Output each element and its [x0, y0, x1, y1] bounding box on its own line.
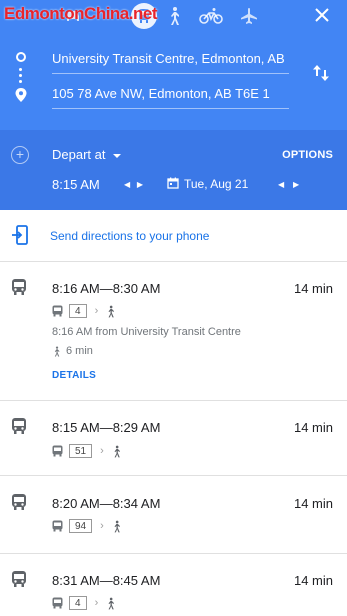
bus-icon: [12, 418, 26, 434]
route-line-icon: [15, 52, 27, 104]
bus-icon: [52, 445, 63, 457]
walk-icon: [171, 7, 179, 25]
route-number-badge: 4: [69, 304, 87, 318]
flight-mode-tab[interactable]: [234, 2, 264, 30]
bus-icon: [12, 279, 26, 295]
depart-at-label: Depart at: [52, 147, 106, 162]
route-time-range: 8:31 AM—8:45 AM: [52, 573, 161, 588]
destination-pin-icon: [15, 88, 27, 102]
send-directions-row[interactable]: Send directions to your phone: [0, 210, 347, 262]
route-dot: [19, 80, 22, 83]
route-number-badge: 94: [69, 519, 93, 533]
directions-header: EdmontonChina.net University Transit Cen…: [0, 0, 347, 210]
bus-icon: [12, 494, 26, 510]
route-duration: 14 min: [293, 496, 333, 511]
route-option[interactable]: 8:15 AM—8:29 AM 14 min 51 ›: [0, 401, 347, 476]
origin-circle-icon: [16, 52, 26, 62]
route-number-badge: 4: [69, 596, 87, 610]
route-option[interactable]: 8:20 AM—8:34 AM 14 min 94 ›: [0, 476, 347, 554]
route-steps: 4 ›: [52, 595, 116, 611]
route-time-range: 8:16 AM—8:30 AM: [52, 281, 161, 296]
chevron-right-icon: ›: [94, 597, 99, 609]
chevron-right-icon: ›: [94, 305, 99, 317]
swap-icon: [313, 65, 329, 81]
depart-date-field[interactable]: Tue, Aug 21: [184, 177, 248, 191]
route-steps: 4 ›: [52, 303, 116, 319]
route-steps: 94 ›: [52, 518, 122, 534]
route-option[interactable]: 8:16 AM—8:30 AM 14 min 4 › 8:16 AM from …: [0, 262, 347, 401]
depart-panel: [0, 130, 347, 210]
depart-time-field[interactable]: 8:15 AM: [52, 177, 100, 192]
swap-button[interactable]: [312, 63, 330, 83]
details-link[interactable]: DETAILS: [52, 370, 96, 381]
close-button[interactable]: [311, 4, 333, 26]
watermark-text: EdmontonChina.net: [4, 4, 157, 23]
bus-icon: [52, 305, 63, 317]
time-stepper[interactable]: ◀ ▶: [124, 180, 143, 189]
route-dot: [19, 74, 22, 77]
walk-icon: [54, 346, 60, 356]
add-stop-button[interactable]: +: [11, 146, 29, 164]
route-departure-info: 8:16 AM from University Transit Centre: [52, 326, 241, 338]
bike-mode-tab[interactable]: [196, 2, 226, 30]
route-time-range: 8:20 AM—8:34 AM: [52, 496, 161, 511]
chevron-right-icon: ›: [100, 520, 104, 532]
bus-icon: [52, 520, 63, 532]
bus-icon: [52, 597, 63, 609]
bus-icon: [12, 571, 26, 587]
walk-icon: [114, 520, 120, 532]
route-walk-info: 6 min: [52, 345, 93, 357]
route-option[interactable]: 8:31 AM—8:45 AM 14 min 4 ›: [0, 554, 347, 616]
caret-down-icon: [113, 153, 122, 158]
chevron-left-icon[interactable]: ◀: [278, 180, 284, 189]
close-icon: [315, 8, 329, 22]
walk-icon: [114, 445, 120, 457]
route-duration: 14 min: [293, 420, 333, 435]
route-walk-time: 6 min: [66, 345, 93, 357]
route-number-badge: 51: [69, 444, 93, 458]
date-stepper[interactable]: ◀ ▶: [278, 180, 299, 189]
flight-icon: [241, 8, 257, 24]
walk-icon: [108, 305, 114, 317]
route-dot: [19, 68, 22, 71]
origin-input[interactable]: University Transit Centre, Edmonton, AB: [52, 48, 289, 74]
depart-at-dropdown[interactable]: Depart at: [52, 147, 122, 162]
chevron-left-icon[interactable]: ◀: [124, 180, 130, 189]
bike-icon: [199, 8, 223, 24]
calendar-icon: [167, 177, 179, 189]
options-button[interactable]: OPTIONS: [282, 149, 333, 161]
destination-input[interactable]: 105 78 Ave NW, Edmonton, AB T6E 1: [52, 83, 289, 109]
route-time-range: 8:15 AM—8:29 AM: [52, 420, 161, 435]
send-directions-link[interactable]: Send directions to your phone: [50, 229, 209, 243]
walk-icon: [108, 597, 114, 609]
chevron-right-icon[interactable]: ▶: [293, 180, 299, 189]
route-steps: 51 ›: [52, 443, 122, 459]
send-to-phone-icon: [12, 225, 28, 245]
route-duration: 14 min: [293, 281, 333, 296]
walk-mode-tab[interactable]: [159, 2, 189, 30]
route-duration: 14 min: [293, 573, 333, 588]
chevron-right-icon: ›: [100, 445, 104, 457]
chevron-right-icon[interactable]: ▶: [137, 180, 143, 189]
